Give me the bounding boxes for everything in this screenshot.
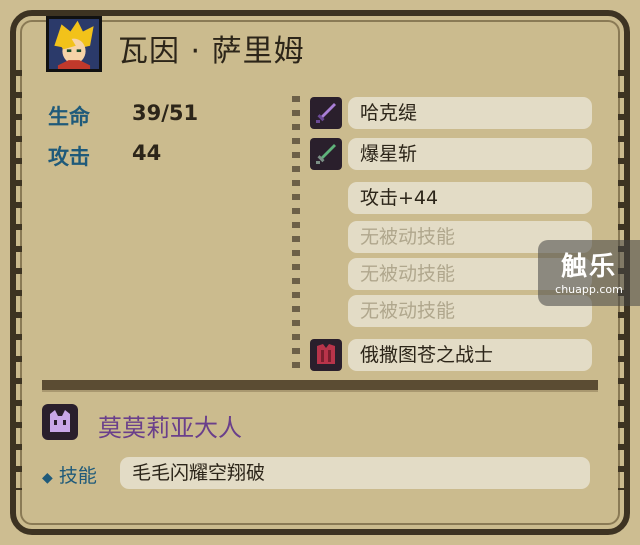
left-notches bbox=[10, 70, 22, 490]
green-sword-icon bbox=[310, 138, 342, 170]
attack-value: 44 bbox=[132, 141, 162, 165]
skill-weapon-slot[interactable]: 爆星斩 bbox=[348, 138, 592, 170]
spirit-name: 莫莫莉亚大人 bbox=[98, 414, 242, 442]
skill-label: ◆ 技能 bbox=[42, 461, 97, 488]
diamond-bullet-icon: ◆ bbox=[42, 470, 53, 486]
character-name: 瓦因 · 萨里姆 bbox=[118, 34, 305, 69]
horizontal-divider bbox=[42, 380, 598, 392]
attack-label: 攻击 bbox=[48, 145, 90, 169]
sword-icon bbox=[310, 97, 342, 129]
skill-label-text: 技能 bbox=[58, 465, 97, 487]
watermark: 触乐 chuapp.com bbox=[538, 240, 640, 306]
hp-label: 生命 bbox=[48, 105, 90, 129]
status-panel: 瓦因 · 萨里姆 生命 39/51 攻击 44 哈克缇 爆星斩 攻击+44 无被… bbox=[0, 0, 640, 545]
weapon-slot[interactable]: 哈克缇 bbox=[348, 97, 592, 129]
vertical-divider bbox=[292, 96, 300, 376]
skill-field[interactable]: 毛毛闪耀空翔破 bbox=[120, 457, 590, 489]
armor-icon bbox=[310, 339, 342, 371]
class-slot[interactable]: 俄撒图苍之战士 bbox=[348, 339, 592, 371]
hp-value: 39/51 bbox=[132, 101, 199, 125]
cat-spirit-icon[interactable] bbox=[42, 404, 78, 440]
watermark-title: 触乐 bbox=[560, 252, 617, 282]
passive-slot-1[interactable]: 攻击+44 bbox=[348, 182, 592, 214]
watermark-url: chuapp.com bbox=[555, 283, 623, 296]
hero-portrait-icon[interactable] bbox=[46, 16, 102, 72]
